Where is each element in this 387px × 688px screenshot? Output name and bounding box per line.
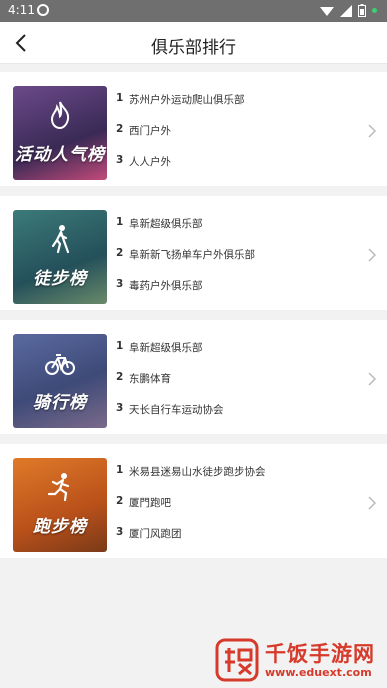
board-title: 骑行榜 (33, 393, 87, 413)
list-item[interactable]: 3 天长自行车运动协会 (116, 402, 356, 433)
status-bar: 4:11 (0, 0, 387, 22)
rank-list: 1 苏州户外运动爬山俱乐部 2 西门户外 3 人人户外 (116, 92, 356, 185)
board-title: 徒步榜 (33, 269, 87, 289)
list-item[interactable]: 1 米易县迷易山水徒步跑步协会 (116, 464, 356, 495)
charging-dot-icon (372, 8, 377, 13)
board-thumbnail: 活动人气榜 (13, 86, 107, 180)
list-item[interactable]: 2 厦門跑吧 (116, 495, 356, 526)
ranking-card-hiking[interactable]: 徒步榜 1 阜新超级俱乐部 2 阜新新飞扬单车户外俱乐部 3 毒药户外俱乐部 (0, 196, 387, 310)
status-time: 4:11 (8, 3, 35, 17)
rank-list: 1 阜新超级俱乐部 2 东鹏体育 3 天长自行车运动协会 (116, 340, 356, 433)
list-item[interactable]: 2 西门户外 (116, 123, 356, 154)
watermark-logo (215, 638, 259, 682)
watermark-title: 千饭手游网 (265, 642, 375, 666)
chevron-right-icon (368, 372, 377, 386)
list-item[interactable]: 1 阜新超级俱乐部 (116, 340, 356, 371)
list-item[interactable]: 1 阜新超级俱乐部 (116, 216, 356, 247)
runner-icon (47, 473, 70, 502)
hiker-icon (51, 225, 70, 254)
bicycle-icon (45, 354, 75, 375)
board-title: 活动人气榜 (15, 145, 105, 165)
flame-icon (50, 101, 70, 130)
list-item[interactable]: 2 阜新新飞扬单车户外俱乐部 (116, 247, 356, 278)
app-header: 俱乐部排行 (0, 22, 387, 64)
page-title: 俱乐部排行 (151, 38, 236, 58)
list-item[interactable]: 3 人人户外 (116, 154, 356, 185)
watermark-url: www.eduext.com (265, 666, 372, 679)
board-thumbnail: 骑行榜 (13, 334, 107, 428)
board-thumbnail: 跑步榜 (13, 458, 107, 552)
rank-list: 1 阜新超级俱乐部 2 阜新新飞扬单车户外俱乐部 3 毒药户外俱乐部 (116, 216, 356, 309)
battery-icon (358, 4, 366, 17)
list-item[interactable]: 3 毒药户外俱乐部 (116, 278, 356, 309)
ranking-card-popularity[interactable]: 活动人气榜 1 苏州户外运动爬山俱乐部 2 西门户外 3 人人户外 (0, 72, 387, 186)
sync-icon (37, 4, 49, 16)
signal-icon (320, 6, 334, 16)
board-title: 跑步榜 (33, 517, 87, 537)
board-thumbnail: 徒步榜 (13, 210, 107, 304)
site-watermark: 千饭手游网 www.eduext.com (215, 638, 385, 684)
list-item[interactable]: 1 苏州户外运动爬山俱乐部 (116, 92, 356, 123)
cellular-icon (340, 4, 352, 17)
chevron-right-icon (368, 124, 377, 138)
status-icons (320, 4, 377, 17)
ranking-card-cycling[interactable]: 骑行榜 1 阜新超级俱乐部 2 东鹏体育 3 天长自行车运动协会 (0, 320, 387, 434)
list-item[interactable]: 2 东鹏体育 (116, 371, 356, 402)
rank-list: 1 米易县迷易山水徒步跑步协会 2 厦門跑吧 3 厦门风跑团 (116, 464, 356, 557)
chevron-right-icon (368, 496, 377, 510)
ranking-card-running[interactable]: 跑步榜 1 米易县迷易山水徒步跑步协会 2 厦門跑吧 3 厦门风跑团 (0, 444, 387, 558)
chevron-right-icon (368, 248, 377, 262)
list-item[interactable]: 3 厦门风跑团 (116, 526, 356, 557)
